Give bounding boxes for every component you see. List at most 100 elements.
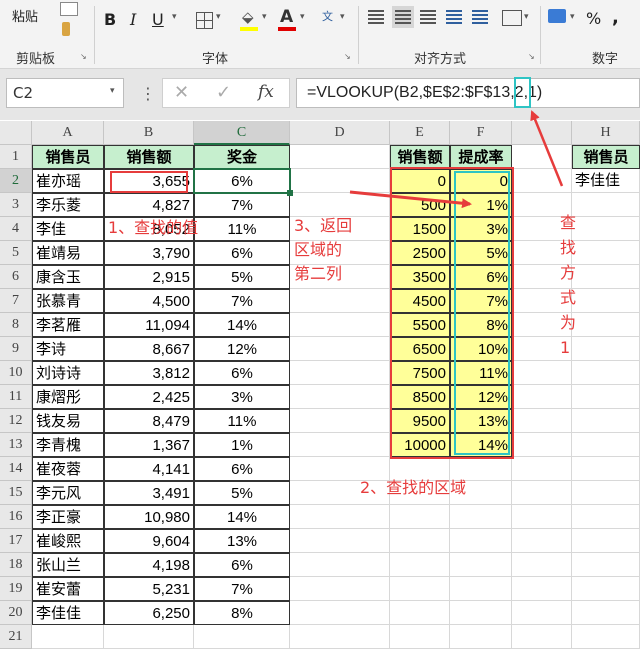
increase-indent-icon[interactable] (472, 10, 488, 24)
table-cell[interactable]: 7% (194, 289, 290, 313)
cell[interactable] (572, 625, 640, 649)
table-cell[interactable]: 李乐菱 (32, 193, 104, 217)
table-cell[interactable]: 李茗雁 (32, 313, 104, 337)
table-cell[interactable]: 李诗 (32, 337, 104, 361)
table-cell[interactable]: 1% (450, 193, 512, 217)
cell[interactable] (32, 625, 104, 649)
table-cell[interactable]: 11% (194, 409, 290, 433)
table-cell[interactable]: 4,198 (104, 553, 194, 577)
table-cell[interactable]: 3,790 (104, 241, 194, 265)
table-cell[interactable]: 10000 (390, 433, 450, 457)
decrease-indent-icon[interactable] (446, 10, 462, 24)
table-cell[interactable]: 1,367 (104, 433, 194, 457)
formula-input[interactable]: =VLOOKUP(B2,$E$2:$F$13,2,1) (296, 78, 640, 108)
select-all-corner[interactable] (0, 121, 32, 145)
cell[interactable] (572, 385, 640, 409)
cell[interactable] (290, 409, 390, 433)
table-cell[interactable]: 5500 (390, 313, 450, 337)
table-cell[interactable]: 李佳佳 (32, 601, 104, 625)
cell[interactable] (290, 505, 390, 529)
cell[interactable] (290, 289, 390, 313)
cell[interactable] (572, 289, 640, 313)
table-cell[interactable]: 4,141 (104, 457, 194, 481)
currency-dropdown-icon[interactable]: ▾ (570, 12, 575, 22)
cell[interactable] (512, 409, 572, 433)
column-header[interactable]: D (290, 121, 390, 145)
cell[interactable] (512, 505, 572, 529)
table-cell[interactable]: 8500 (390, 385, 450, 409)
cell[interactable] (450, 553, 512, 577)
table-cell[interactable]: 5% (194, 265, 290, 289)
row-header[interactable]: 20 (0, 601, 32, 625)
table-cell[interactable]: 崔峻熙 (32, 529, 104, 553)
cell[interactable] (290, 577, 390, 601)
table-header[interactable]: 销售额 (104, 145, 194, 169)
merge-center-icon[interactable] (502, 10, 522, 26)
table-header[interactable]: 销售员 (572, 145, 640, 169)
cell[interactable] (390, 529, 450, 553)
row-header[interactable]: 5 (0, 241, 32, 265)
cell[interactable] (290, 433, 390, 457)
cell[interactable] (450, 625, 512, 649)
table-cell[interactable]: 6% (194, 553, 290, 577)
row-header[interactable]: 19 (0, 577, 32, 601)
row-header[interactable]: 3 (0, 193, 32, 217)
row-header[interactable]: 10 (0, 361, 32, 385)
table-cell[interactable]: 7% (194, 577, 290, 601)
cell[interactable] (512, 457, 572, 481)
cell[interactable] (390, 553, 450, 577)
column-header[interactable]: C (194, 121, 290, 145)
table-cell[interactable]: 张慕青 (32, 289, 104, 313)
table-cell[interactable]: 8,667 (104, 337, 194, 361)
cell[interactable] (104, 625, 194, 649)
table-cell[interactable]: 8,479 (104, 409, 194, 433)
alignment-launcher-icon[interactable]: ↘ (528, 52, 535, 61)
table-cell[interactable]: 10% (450, 337, 512, 361)
table-header[interactable]: 销售员 (32, 145, 104, 169)
table-cell[interactable]: 7500 (390, 361, 450, 385)
table-cell[interactable]: 2500 (390, 241, 450, 265)
table-cell[interactable]: 11% (194, 217, 290, 241)
table-cell[interactable]: 3,812 (104, 361, 194, 385)
enter-icon[interactable]: ✓ (216, 82, 231, 103)
table-cell[interactable]: 崔靖易 (32, 241, 104, 265)
table-cell[interactable]: 8% (194, 601, 290, 625)
cell[interactable] (290, 601, 390, 625)
underline-button[interactable]: U (152, 10, 164, 29)
table-cell[interactable]: 张山兰 (32, 553, 104, 577)
bold-button[interactable]: B (104, 10, 116, 29)
table-cell[interactable]: 5% (450, 241, 512, 265)
row-header[interactable]: 6 (0, 265, 32, 289)
paste-button[interactable]: 粘贴 (12, 6, 38, 25)
cell[interactable] (450, 505, 512, 529)
cell[interactable] (512, 553, 572, 577)
table-cell[interactable]: 6,250 (104, 601, 194, 625)
cell[interactable] (390, 505, 450, 529)
table-header[interactable]: 奖金 (194, 145, 290, 169)
lookup-value-cell[interactable]: 李佳佳 (572, 169, 640, 193)
phonetic-dropdown-icon[interactable]: ▾ (340, 12, 345, 22)
cell[interactable] (572, 553, 640, 577)
table-cell[interactable]: 10,980 (104, 505, 194, 529)
cell[interactable] (290, 337, 390, 361)
table-cell[interactable]: 14% (450, 433, 512, 457)
table-cell[interactable]: 6500 (390, 337, 450, 361)
row-header[interactable]: 13 (0, 433, 32, 457)
column-header[interactable]: F (450, 121, 512, 145)
cell[interactable] (512, 529, 572, 553)
table-cell[interactable]: 12% (194, 337, 290, 361)
cell[interactable] (290, 625, 390, 649)
cell[interactable] (290, 169, 390, 193)
table-cell[interactable]: 11,094 (104, 313, 194, 337)
currency-icon[interactable] (548, 9, 566, 23)
row-header[interactable]: 1 (0, 145, 32, 169)
table-cell[interactable]: 崔亦瑶 (32, 169, 104, 193)
row-header[interactable]: 14 (0, 457, 32, 481)
cell[interactable] (512, 145, 572, 169)
table-cell[interactable]: 3500 (390, 265, 450, 289)
column-header[interactable]: A (32, 121, 104, 145)
table-cell[interactable]: 康含玉 (32, 265, 104, 289)
row-header[interactable]: 16 (0, 505, 32, 529)
table-cell[interactable]: 13% (450, 409, 512, 433)
table-cell[interactable]: 13% (194, 529, 290, 553)
